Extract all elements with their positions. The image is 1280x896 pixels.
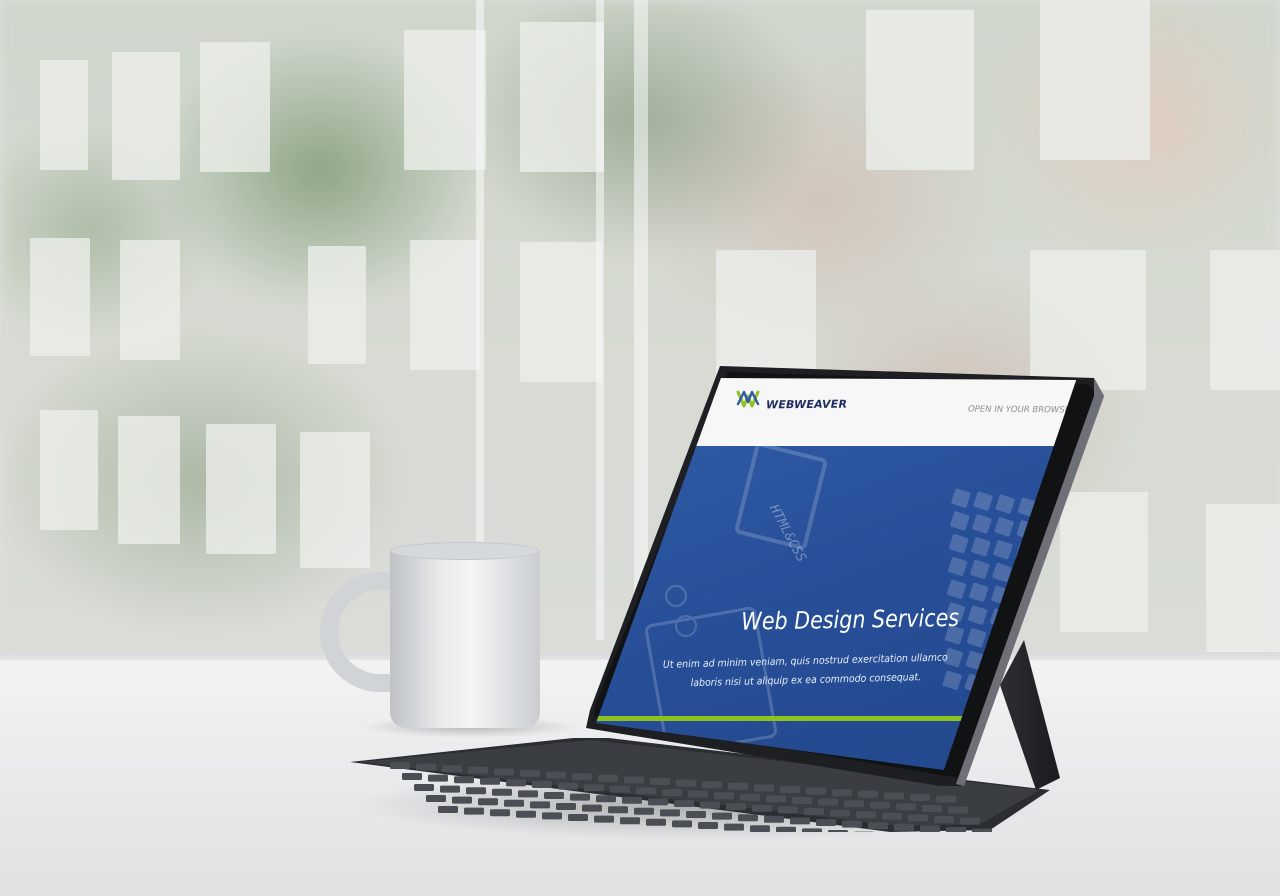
hero-laptop-key xyxy=(1016,520,1036,540)
hero-laptop-key xyxy=(994,517,1014,537)
hero-laptop-key xyxy=(964,673,984,693)
hero-laptop-key xyxy=(1012,611,1032,631)
open-in-browser-link[interactable]: OPEN IN YOUR BROWSER xyxy=(968,405,1076,416)
hero-laptop-key xyxy=(993,540,1013,560)
hero-laptop-key xyxy=(946,579,967,599)
hero-laptop-key xyxy=(986,676,1007,696)
hero-laptop-key xyxy=(1035,591,1055,611)
hero-laptop-key xyxy=(948,556,968,577)
desk-items-graphic xyxy=(644,446,827,746)
photo-scene: WEBWEAVER OPEN IN YOUR BROWSER HTML&CSS … xyxy=(0,0,1280,896)
hero-laptop-key xyxy=(995,494,1015,514)
brand-name[interactable]: WEBWEAVER xyxy=(766,398,847,412)
accent-stripe xyxy=(596,716,1077,721)
hero-laptop-key xyxy=(1011,634,1031,654)
hero-laptop-key xyxy=(966,628,987,648)
hero-laptop-key xyxy=(1014,565,1034,585)
site-header: WEBWEAVER OPEN IN YOUR BROWSER xyxy=(596,378,1077,446)
hero-laptop-key xyxy=(969,582,989,602)
hero-laptop-key xyxy=(949,534,969,554)
website-page: WEBWEAVER OPEN IN YOUR BROWSER HTML&CSS … xyxy=(596,378,1077,770)
hero-title: Web Design Services xyxy=(741,603,960,636)
hero-laptop-key xyxy=(965,650,985,671)
hero-laptop-key xyxy=(990,608,1010,628)
hero-laptop-key xyxy=(989,631,1009,651)
hero-laptop-key xyxy=(1038,523,1059,543)
hero-section: HTML&CSS Web Design Services Ut enim ad … xyxy=(596,446,1077,770)
hero-laptop-key xyxy=(950,511,970,531)
hero-laptop-key xyxy=(1009,679,1029,699)
hero-description: Ut enim ad minim veniam, quis nostrud ex… xyxy=(662,652,948,690)
hero-laptop-key xyxy=(1031,682,1051,702)
hero-laptop-key xyxy=(1039,500,1060,520)
hero-laptop-key xyxy=(973,491,993,511)
hero-laptop-key xyxy=(1010,656,1030,677)
hero-laptop-key xyxy=(988,653,1008,674)
hero-laptop-key xyxy=(1017,497,1037,517)
hero-laptop-key xyxy=(1034,614,1054,634)
tablet-screen: WEBWEAVER OPEN IN YOUR BROWSER HTML&CSS … xyxy=(596,378,1086,770)
hero-laptop-key xyxy=(991,585,1011,605)
hero-laptop-key xyxy=(951,488,971,508)
hero-laptop-key xyxy=(992,562,1012,583)
hero-laptop-key xyxy=(1037,546,1057,566)
hero-laptop-key xyxy=(968,605,988,625)
hero-laptop-key xyxy=(1036,568,1056,588)
webweaver-logo-icon xyxy=(736,390,760,408)
hero-laptop-key xyxy=(1013,588,1033,608)
hero-laptop-key xyxy=(1033,637,1053,657)
hero-laptop-key xyxy=(971,537,991,557)
hero-laptop-key xyxy=(1032,659,1052,680)
hero-laptop-key xyxy=(1015,543,1035,563)
hero-laptop-key xyxy=(972,514,992,534)
hero-laptop-key xyxy=(970,559,990,580)
